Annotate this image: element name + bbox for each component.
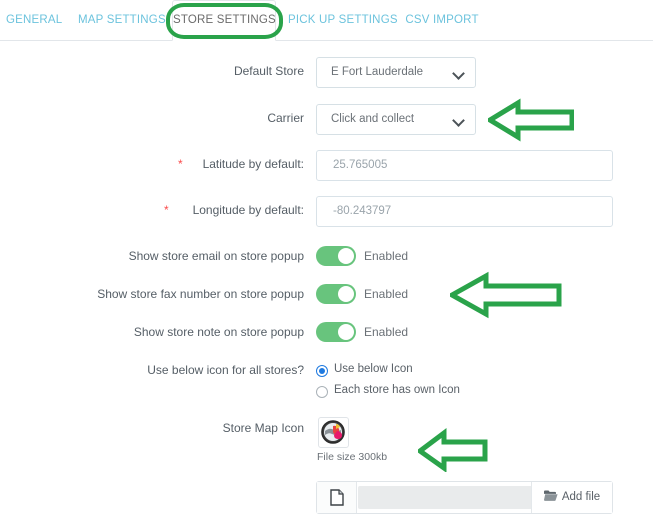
show-store-note-toggle[interactable] (316, 322, 356, 342)
default-store-label: Default Store (233, 64, 304, 78)
map-pin-globe-icon (321, 420, 345, 444)
document-icon (330, 489, 344, 506)
chevron-down-icon (454, 116, 463, 125)
open-folder-icon (543, 490, 558, 501)
toggle-knob-icon (338, 248, 354, 264)
default-store-value: E Fort Lauderdale (331, 66, 424, 78)
chevron-down-icon (454, 69, 463, 78)
store-map-icon-label: Store Map Icon (222, 421, 304, 435)
latitude-value: 25.765005 (333, 159, 388, 171)
store-map-icon-thumbnail[interactable] (318, 417, 349, 448)
annotation-arrow-show-fax (450, 271, 562, 319)
carrier-label: Carrier (267, 111, 304, 125)
radio-use-below-icon-label[interactable]: Use below Icon (334, 363, 413, 375)
longitude-input[interactable]: -80.243797 (316, 196, 613, 227)
tab-store-settings[interactable]: STORE SETTINGS (172, 0, 276, 41)
latitude-label: Latitude by default: (202, 157, 304, 171)
radio-each-store-own-icon-label[interactable]: Each store has own Icon (334, 384, 460, 396)
latitude-input[interactable]: 25.765005 (316, 150, 613, 181)
add-file-button[interactable]: Add file (531, 482, 612, 513)
store-settings-page: GENERAL MAP SETTINGS STORE SETTINGS PICK… (0, 0, 653, 521)
longitude-label: Longitude by default: (192, 203, 304, 217)
show-store-note-label: Show store note on store popup (133, 325, 304, 339)
tab-map-settings[interactable]: MAP SETTINGS (78, 0, 166, 40)
toggle-knob-icon (338, 324, 354, 340)
tab-csv-import[interactable]: CSV IMPORT (404, 0, 480, 40)
toggle-knob-icon (338, 286, 354, 302)
default-store-select[interactable]: E Fort Lauderdale (316, 57, 476, 88)
use-below-icon-label: Use below icon for all stores? (147, 363, 304, 377)
add-file-button-label: Add file (561, 491, 601, 503)
settings-tab-bar: GENERAL MAP SETTINGS STORE SETTINGS PICK… (0, 0, 653, 41)
file-upload-icon-box (317, 482, 357, 513)
radio-each-store-own-icon[interactable] (316, 386, 328, 398)
longitude-value: -80.243797 (333, 205, 392, 217)
show-store-email-label: Show store email on store popup (128, 249, 304, 263)
show-store-fax-label: Show store fax number on store popup (97, 287, 304, 301)
carrier-value: Click and collect (331, 113, 415, 125)
store-map-icon-file-size-note: File size 300kb (317, 451, 388, 463)
show-store-fax-toggle[interactable] (316, 284, 356, 304)
show-store-email-state: Enabled (364, 249, 409, 263)
radio-use-below-icon[interactable] (316, 365, 328, 377)
show-store-note-state: Enabled (364, 325, 409, 339)
show-store-fax-state: Enabled (364, 287, 409, 301)
tab-pick-up-settings[interactable]: PICK UP SETTINGS (288, 0, 398, 40)
tab-general[interactable]: GENERAL (6, 0, 62, 40)
show-store-email-toggle[interactable] (316, 246, 356, 266)
annotation-arrow-file-size (418, 428, 488, 472)
file-name-field[interactable] (358, 486, 541, 509)
carrier-select[interactable]: Click and collect (316, 104, 476, 135)
file-upload-control[interactable]: Add file (316, 481, 613, 514)
annotation-arrow-carrier (488, 98, 574, 142)
